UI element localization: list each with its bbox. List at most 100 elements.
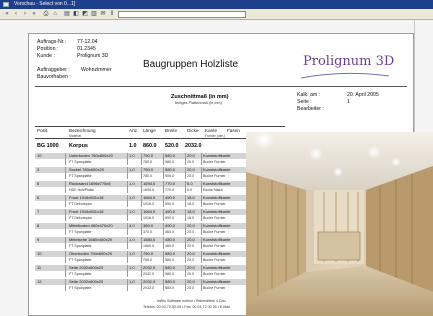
kalk-value: 20. April 2005 bbox=[347, 92, 379, 98]
cell-sub_edge: Esche Natur bbox=[203, 188, 223, 192]
auftraggeber-label: Auftraggeber : bbox=[37, 67, 70, 73]
cell-sub_edge: Buche Furnier bbox=[203, 272, 226, 276]
cell-sub_d: 20.0 bbox=[187, 244, 194, 248]
cell-pos: 11 bbox=[37, 265, 42, 270]
column-divider bbox=[141, 167, 142, 179]
cell-qty: 1.0 bbox=[129, 237, 135, 242]
layout-icon[interactable]: ▥ bbox=[90, 10, 98, 19]
column-divider bbox=[163, 181, 164, 193]
column-divider bbox=[127, 153, 128, 165]
column-divider bbox=[141, 195, 142, 207]
cell-sub_name: FT Dekorspan bbox=[69, 216, 92, 220]
first-page-icon[interactable]: « bbox=[3, 10, 11, 19]
column-divider bbox=[127, 209, 128, 221]
home-icon[interactable]: ⌂ bbox=[51, 10, 59, 19]
zoom-icon[interactable]: ◩ bbox=[81, 10, 89, 19]
column-divider bbox=[127, 195, 128, 207]
column-divider bbox=[185, 223, 186, 235]
col-thickness: Dicke bbox=[187, 128, 199, 133]
column-divider bbox=[65, 195, 66, 207]
report-title: Baugruppen Holzliste bbox=[143, 59, 239, 70]
zoom-slider[interactable] bbox=[118, 11, 246, 18]
cell-sub_len: 1660.0 bbox=[143, 244, 154, 248]
column-divider bbox=[201, 237, 202, 249]
column-divider bbox=[185, 279, 186, 291]
column-divider bbox=[127, 265, 128, 277]
group-pos: BG 1000 bbox=[37, 143, 59, 149]
auftrag-label: Auftrags-Nr.: bbox=[37, 39, 67, 45]
cell-sub_edge: Buche Furnier bbox=[203, 216, 226, 220]
column-divider bbox=[201, 209, 202, 221]
column-divider bbox=[163, 195, 164, 207]
column-divider bbox=[141, 181, 142, 193]
pause-icon[interactable]: ‖ bbox=[108, 10, 116, 19]
print-icon[interactable]: ⎙ bbox=[42, 10, 50, 19]
logo-swoosh-icon bbox=[300, 72, 390, 79]
prev-page-icon[interactable]: ‹ bbox=[12, 10, 20, 19]
two-page-icon[interactable]: ◧ bbox=[72, 10, 80, 19]
column-divider bbox=[141, 251, 142, 263]
cell-sub_name: FT Spanplatte bbox=[69, 230, 92, 234]
column-divider bbox=[185, 195, 186, 207]
cell-sub_len: 370.0 bbox=[143, 230, 152, 234]
cell-pos: 6 bbox=[37, 195, 40, 200]
group-qty: 1.0 bbox=[129, 143, 137, 149]
column-divider bbox=[201, 251, 202, 263]
column-divider bbox=[163, 209, 164, 221]
mail-icon[interactable]: ✉ bbox=[99, 10, 107, 19]
bauvorhaben-label: Bauvorhaben : bbox=[37, 74, 71, 80]
column-divider bbox=[201, 279, 202, 291]
col-fasen: Fasen bbox=[227, 128, 240, 133]
column-divider bbox=[65, 223, 66, 235]
seite-label: Seite : bbox=[297, 99, 312, 105]
column-divider bbox=[185, 237, 186, 249]
cell-sub_name: FT Spanplatte bbox=[69, 272, 92, 276]
next-page-icon[interactable]: › bbox=[21, 10, 29, 19]
column-divider bbox=[127, 251, 128, 263]
column-divider bbox=[163, 279, 164, 291]
footer-line-1: inWin Software nohkoi • Ristendiferk 4 D… bbox=[157, 299, 226, 303]
column-divider bbox=[141, 265, 142, 277]
column-divider bbox=[163, 251, 164, 263]
cell-sub_len: 780.0 bbox=[143, 160, 152, 164]
cell-sub_d: 20.0 bbox=[187, 160, 194, 164]
section-title: Zuschnittmaß (in mm) bbox=[171, 94, 229, 100]
column-divider bbox=[201, 265, 202, 277]
column-divider bbox=[65, 153, 66, 165]
page-view-icon[interactable]: ▤ bbox=[63, 10, 71, 19]
cell-sub_w: 580.0 bbox=[165, 258, 174, 262]
cell-sub_d: 20.0 bbox=[187, 286, 194, 290]
window-titlebar: Vorschau - Select von 0...1] bbox=[0, 0, 433, 9]
cell-qty: 1.0 bbox=[129, 153, 135, 158]
column-divider bbox=[163, 167, 164, 179]
cell-sub_edge: Buche Furnier bbox=[203, 244, 226, 248]
column-divider bbox=[65, 167, 66, 179]
cell-pos: 10 bbox=[37, 153, 42, 158]
last-page-icon[interactable]: » bbox=[30, 10, 38, 19]
cell-qty: 1.0 bbox=[129, 181, 135, 186]
auftrag-value: 77-12.04 bbox=[77, 39, 98, 45]
col-material: Material bbox=[69, 134, 82, 138]
column-divider bbox=[65, 279, 66, 291]
office-interior-image bbox=[246, 132, 433, 316]
logo-text: Proli̇gnum 3D bbox=[303, 54, 395, 69]
cell-sub_d: 20.0 bbox=[187, 230, 194, 234]
cell-pos: 7 bbox=[37, 209, 40, 214]
kunde-value: Proli̇gnum 3D bbox=[77, 53, 109, 59]
cell-sub_w: 580.0 bbox=[165, 272, 174, 276]
cell-sub_w: 590.0 bbox=[165, 202, 174, 206]
cell-qty: 4.0 bbox=[129, 223, 135, 228]
cell-sub_edge: Buche Furnier bbox=[203, 230, 226, 234]
header-divider bbox=[35, 86, 407, 87]
cell-pos: 8 bbox=[37, 223, 40, 228]
col-qty: Anz. bbox=[129, 128, 139, 133]
group-width: 520.0 bbox=[165, 143, 179, 149]
column-divider bbox=[127, 167, 128, 179]
column-divider bbox=[127, 237, 128, 249]
col-length: Länge bbox=[143, 128, 156, 133]
column-divider bbox=[163, 237, 164, 249]
cell-sub_w: 506.0 bbox=[165, 174, 174, 178]
cell-sub_name: FT Spanplatte bbox=[69, 244, 92, 248]
column-divider bbox=[65, 265, 66, 277]
bearbeiter-label: Bearbeiter : bbox=[297, 106, 324, 112]
